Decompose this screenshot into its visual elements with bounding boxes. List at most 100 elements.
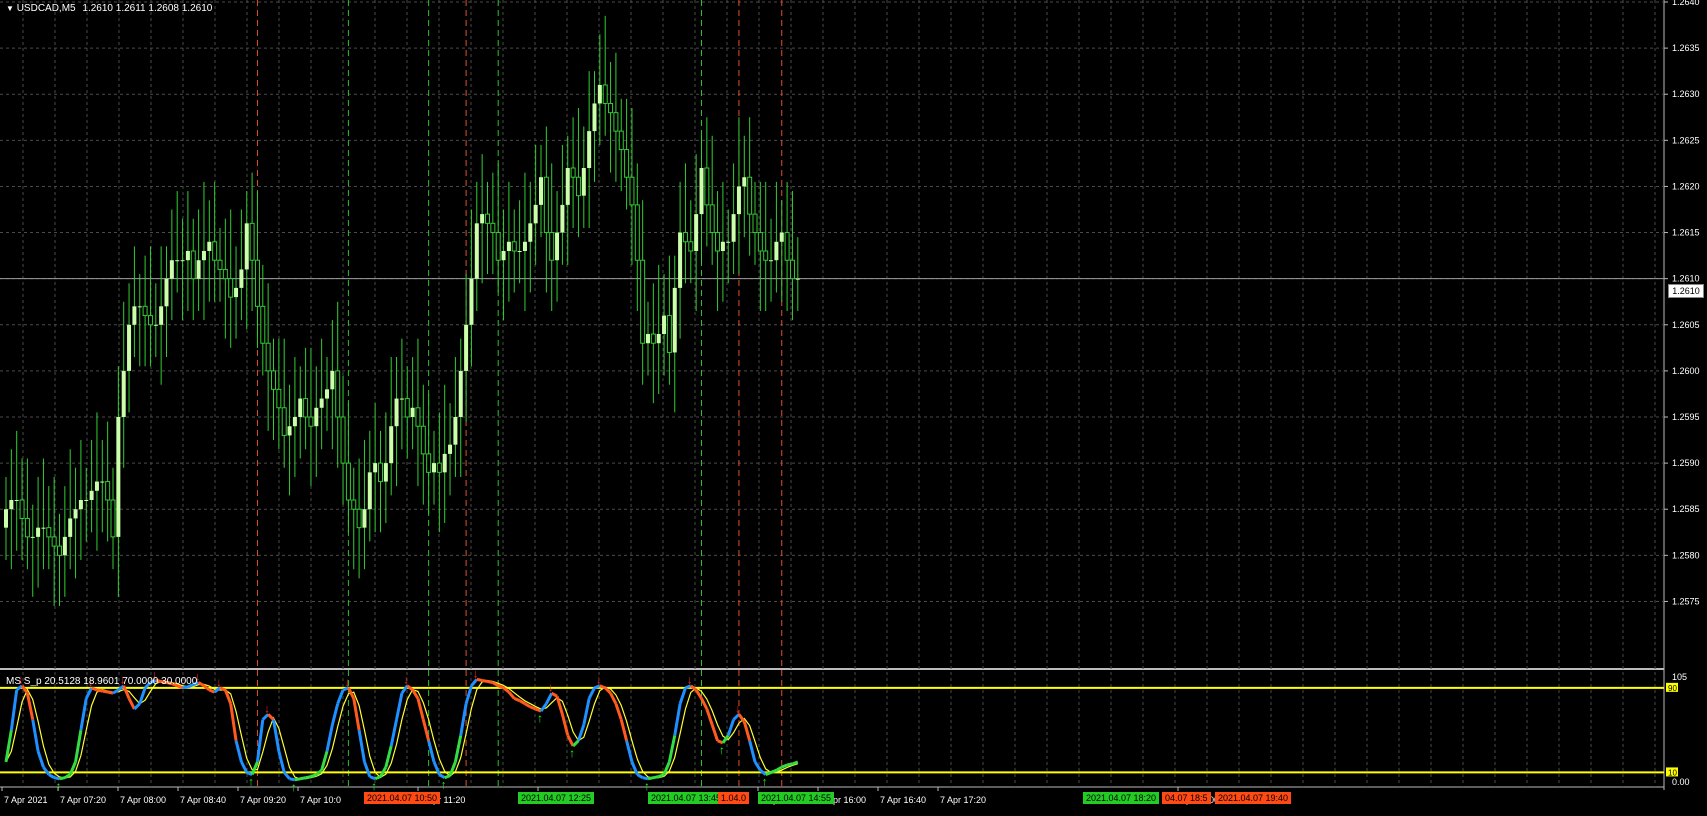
candle-body-bull xyxy=(292,417,297,427)
buy-arrow-icon: ↑ xyxy=(537,711,543,725)
candle-body-bear xyxy=(265,342,271,372)
candle-body-bull xyxy=(367,472,372,510)
candle-body-bull xyxy=(501,251,506,261)
time-tag-red: 04.07 18:5 xyxy=(1162,792,1211,804)
candle-body-bull xyxy=(555,232,560,261)
candle-body-bear xyxy=(704,167,710,206)
sell-arrow-icon: ↓ xyxy=(344,675,350,689)
candle-body-bear xyxy=(688,241,694,252)
main-line-segment xyxy=(653,775,659,780)
candle-body-bull xyxy=(533,204,538,224)
main-line-segment xyxy=(31,719,40,752)
buy-arrow-icon: ↑ xyxy=(644,779,650,793)
main-line-segment xyxy=(127,697,136,710)
candle-body-bear xyxy=(105,481,111,501)
sell-arrow-icon: ↓ xyxy=(264,701,270,715)
level-label-high: 90 xyxy=(1668,684,1677,693)
candle-body-bull xyxy=(159,306,164,325)
candle-body-bull xyxy=(672,287,677,353)
price-label: 1.2640 xyxy=(1672,0,1700,7)
time-tag-red: 2021.04.07 19:40 xyxy=(1215,792,1292,804)
candle-body-bear xyxy=(757,232,763,252)
main-line-segment xyxy=(84,687,93,700)
main-line-segment xyxy=(678,687,687,705)
time-label: 7 Apr 2021 xyxy=(4,795,48,805)
main-line-segment xyxy=(240,761,249,774)
chart-window[interactable]: 1.2640 1.2635 1.2630 1.2625 1.2620 1.2615 1.26… xyxy=(0,0,1707,811)
candle-body-bear xyxy=(217,259,223,270)
candle-body-bear xyxy=(249,222,255,261)
time-label: 7 Apr 08:40 xyxy=(180,795,226,805)
candle-body-bear xyxy=(763,250,769,261)
candle-body-bull xyxy=(121,370,126,417)
main-line-segment xyxy=(582,698,591,726)
candle-body-bull xyxy=(244,223,249,270)
candle-body-bear xyxy=(46,527,52,538)
symbol-label: USDCAD,M5 xyxy=(16,3,76,14)
collapse-triangle-icon[interactable]: ▼ xyxy=(6,4,14,13)
main-line-segment xyxy=(36,750,45,768)
candle-body-bull xyxy=(325,389,329,399)
main-line-segment xyxy=(421,719,431,742)
main-line-segment xyxy=(748,740,757,763)
candle-body-bull xyxy=(314,407,319,427)
buy-arrow-icon: ↑ xyxy=(291,780,297,794)
main-line-segment xyxy=(753,761,762,772)
candle-body-bull xyxy=(480,214,485,224)
candle-body-bull xyxy=(442,453,447,473)
candle-body-bull xyxy=(458,370,463,417)
time-tag-green: 2021.04.07 12:25 xyxy=(518,792,595,804)
candle-body-bull xyxy=(94,481,99,491)
main-line-segment xyxy=(497,684,505,690)
candle-body-bull xyxy=(185,251,190,261)
main-line-segment xyxy=(770,768,777,774)
main-line-segment xyxy=(539,702,548,712)
main-line-segment xyxy=(389,719,399,747)
candle-body-bear xyxy=(228,278,234,298)
main-line-segment xyxy=(487,680,494,685)
main-line-segment xyxy=(330,703,340,726)
candle-body-bull xyxy=(522,241,527,251)
candle-body-bull xyxy=(389,426,394,464)
candle-body-bear xyxy=(618,130,624,151)
buy-arrow-icon: ↑ xyxy=(371,779,377,793)
chart-canvas[interactable]: 1.2640 1.2635 1.2630 1.2625 1.2620 1.2615 1.26… xyxy=(0,0,1707,811)
price-label: 1.2575 xyxy=(1672,596,1700,606)
candle-body-bull xyxy=(298,398,303,417)
sell-arrow-icon: ↓ xyxy=(403,673,409,687)
sell-arrow-icon: ↓ xyxy=(473,666,479,680)
candle-body-bear xyxy=(147,315,153,326)
candle-body-bear xyxy=(747,176,753,215)
candle-body-bull xyxy=(207,241,212,251)
time-label: 7 Apr 16:40 xyxy=(880,795,926,805)
candle-body-bull xyxy=(795,278,800,280)
candle-body-bull xyxy=(506,241,511,251)
candle-body-bear xyxy=(404,398,410,418)
candle-body-bear xyxy=(490,222,496,234)
candle-body-bull xyxy=(239,269,244,288)
oscillator-header: MS S_p 20.5128 18.9601 70.0000 30.0000 xyxy=(6,676,197,687)
candle-body-bear xyxy=(495,232,501,261)
candle-body-bull xyxy=(774,241,779,261)
candle-body-bull xyxy=(517,251,522,252)
candle-body-bear xyxy=(629,176,635,206)
main-line-segment xyxy=(636,773,644,780)
candle-body-bear xyxy=(222,268,228,280)
price-label: 1.2620 xyxy=(1672,181,1700,191)
candle-body-bull xyxy=(646,334,650,344)
candle-body-bull xyxy=(383,463,388,482)
candle-body-bear xyxy=(570,167,576,178)
main-line-segment xyxy=(781,763,788,769)
main-line-segment xyxy=(658,773,665,779)
candle-body-bear xyxy=(271,370,276,390)
main-line-segment xyxy=(234,740,243,763)
candle-body-bear xyxy=(602,84,608,104)
candle-body-bear xyxy=(303,398,309,418)
candle-body-bull xyxy=(539,177,543,205)
buy-arrow-icon: ↑ xyxy=(762,775,768,789)
candle-body-bear xyxy=(549,232,555,261)
candle-body-bear xyxy=(345,462,351,501)
candle-body-bear xyxy=(613,112,619,132)
price-label: 1.2600 xyxy=(1672,366,1700,376)
candle-body-bear xyxy=(24,517,30,538)
